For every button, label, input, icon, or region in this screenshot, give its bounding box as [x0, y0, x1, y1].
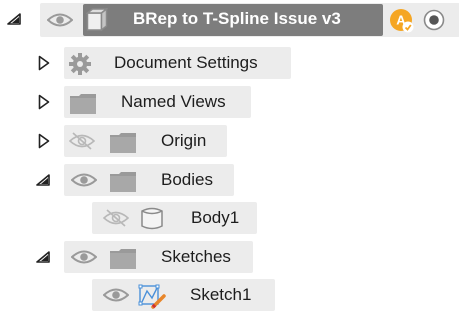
item-label[interactable]: Body1 — [191, 199, 239, 237]
expand-triangle-icon[interactable] — [38, 55, 50, 71]
folder-icon — [110, 249, 136, 269]
browser-item-document-settings[interactable]: Document Settings — [0, 44, 459, 79]
collapse-triangle-icon[interactable] — [36, 174, 50, 186]
user-badge-icon[interactable]: A — [389, 8, 415, 34]
body-icon — [140, 206, 164, 232]
browser-item-sketch1[interactable]: Sketch1 — [0, 276, 459, 311]
collapse-triangle-icon[interactable] — [7, 13, 21, 25]
browser-item-sketches[interactable]: Sketches — [0, 238, 459, 273]
browser-item-origin[interactable]: Origin — [0, 122, 459, 157]
folder-icon — [70, 94, 96, 114]
expand-triangle-icon[interactable] — [38, 133, 50, 149]
gear-icon — [68, 52, 92, 76]
browser-root-row[interactable]: BRep to T-Spline Issue v3 A — [0, 0, 459, 37]
eye-icon[interactable] — [103, 287, 129, 303]
eye-icon[interactable] — [47, 12, 73, 28]
radio-target-icon[interactable] — [423, 9, 445, 31]
component-icon[interactable] — [86, 8, 108, 32]
collapse-triangle-icon[interactable] — [36, 251, 50, 263]
folder-icon — [110, 133, 136, 153]
expand-triangle-icon[interactable] — [38, 94, 50, 110]
eye-icon[interactable] — [71, 249, 97, 265]
item-label[interactable]: Document Settings — [114, 44, 258, 82]
root-component-label[interactable]: BRep to T-Spline Issue v3 — [133, 0, 341, 38]
eye-hidden-icon[interactable] — [103, 209, 129, 227]
sketch-icon — [138, 282, 166, 310]
browser-item-bodies[interactable]: Bodies — [0, 161, 459, 196]
browser-item-named-views[interactable]: Named Views — [0, 83, 459, 118]
eye-icon[interactable] — [71, 172, 97, 188]
item-label[interactable]: Sketches — [161, 238, 231, 276]
item-label[interactable]: Sketch1 — [190, 276, 251, 314]
item-label[interactable]: Origin — [161, 122, 206, 160]
browser-item-body1[interactable]: Body1 — [0, 199, 459, 234]
folder-icon — [110, 172, 136, 192]
item-label[interactable]: Named Views — [121, 83, 226, 121]
item-label[interactable]: Bodies — [161, 161, 213, 199]
eye-hidden-icon[interactable] — [69, 132, 95, 150]
